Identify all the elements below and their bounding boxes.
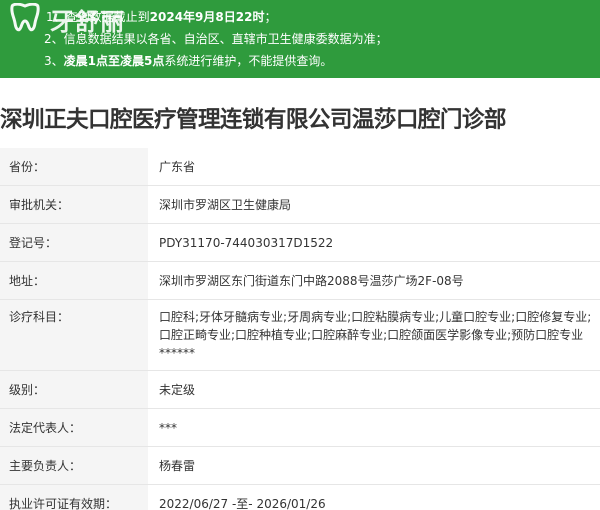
row-value: 未定级 <box>159 383 196 397</box>
row-value: *** <box>159 421 177 435</box>
row-label: 执业许可证有效期： <box>0 485 148 510</box>
row-label: 省份： <box>0 148 148 185</box>
info-row-province: 省份： 广东省 <box>0 148 600 186</box>
info-row-registration-number: 登记号： PDY31170-744030317D1522 <box>0 224 600 262</box>
row-value: 广东省 <box>159 160 196 174</box>
info-table: 省份： 广东省 审批机关： 深圳市罗湖区卫生健康局 登记号： PDY31170-… <box>0 148 600 510</box>
row-value: 杨春雷 <box>159 459 196 473</box>
row-value: 口腔科;牙体牙髓病专业;牙周病专业;口腔粘膜病专业;儿童口腔专业;口腔修复专业;… <box>159 310 592 360</box>
logo-text: 牙舒丽 <box>50 7 125 36</box>
row-value: 深圳市罗湖区东门街道东门中路2088号温莎广场2F-08号 <box>159 274 464 288</box>
row-label: 级别： <box>0 371 148 408</box>
row-value: PDY31170-744030317D1522 <box>159 236 334 250</box>
notice-line-3: 3、凌晨1点至凌晨5点系统进行维护，不能提供查询。 <box>44 54 333 68</box>
row-label: 审批机关： <box>0 186 148 223</box>
page-title: 深圳正夫口腔医疗管理连锁有限公司温莎口腔门诊部 <box>0 107 506 133</box>
info-row-license-validity: 执业许可证有效期： 2022/06/27 -至- 2026/01/26 <box>0 485 600 510</box>
row-label: 法定代表人： <box>0 409 148 446</box>
info-row-authority: 审批机关： 深圳市罗湖区卫生健康局 <box>0 186 600 224</box>
info-row-legal-representative: 法定代表人： *** <box>0 409 600 447</box>
info-row-principal: 主要负责人： 杨春雷 <box>0 447 600 485</box>
row-value: 2022/06/27 -至- 2026/01/26 <box>159 497 326 510</box>
info-row-level: 级别： 未定级 <box>0 371 600 409</box>
row-label: 登记号： <box>0 224 148 261</box>
row-label: 主要负责人： <box>0 447 148 484</box>
row-label: 诊疗科目： <box>0 300 148 370</box>
tooth-icon <box>10 3 40 32</box>
info-row-address: 地址： 深圳市罗湖区东门街道东门中路2088号温莎广场2F-08号 <box>0 262 600 300</box>
site-logo: 牙舒丽 <box>8 2 148 36</box>
row-value: 深圳市罗湖区卫生健康局 <box>159 198 292 212</box>
row-label: 地址： <box>0 262 148 299</box>
info-row-departments: 诊疗科目： 口腔科;牙体牙髓病专业;牙周病专业;口腔粘膜病专业;儿童口腔专业;口… <box>0 300 600 371</box>
